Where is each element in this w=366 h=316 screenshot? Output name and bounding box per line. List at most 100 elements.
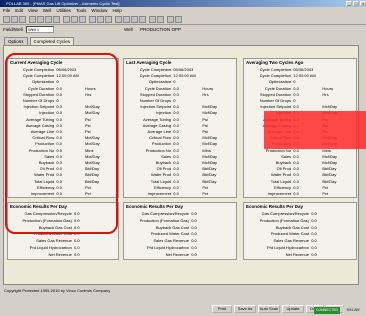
menu-help[interactable]: Help <box>112 7 121 14</box>
paste-icon[interactable] <box>53 16 60 23</box>
row-value: 0 <box>173 98 176 103</box>
row-label: Cycle Duration <box>264 85 292 91</box>
row-value: 0.0 <box>173 122 179 128</box>
row-value: 0.0 <box>311 211 317 216</box>
panel-row: Buyback Gas Cost 0.0 <box>124 225 236 231</box>
row-label: Prd Liquid Hydrocarbon <box>266 245 309 250</box>
row-unit: Mcf/Day <box>202 135 218 141</box>
menu-view[interactable]: View <box>28 7 38 14</box>
row-label: Improvement <box>267 191 292 196</box>
row-label: Average Line <box>147 129 172 134</box>
row-value: 0.0 <box>173 110 179 116</box>
close-button[interactable]: × <box>360 1 366 6</box>
row-label: Net Revenue <box>165 251 189 257</box>
panel-row: Oil Prod 0.0 Bbl/Day <box>244 166 356 172</box>
row-value: 0.0 <box>311 238 317 244</box>
row-label: Average Tubing <box>143 116 172 122</box>
panel-row: Sales Gas Revenue 0.0 <box>244 238 356 244</box>
panel-row: Sales 0.0 Mcf/Day <box>124 154 236 160</box>
panel-row: Total Liquid 0.0 Bbl/Day <box>124 179 236 185</box>
row-label: Sales <box>161 153 172 159</box>
panel-row: Cycle Completion 05/06/2003 <box>124 67 236 73</box>
row-unit: Bbl/Day <box>322 178 337 184</box>
calendar-icon[interactable] <box>123 16 130 23</box>
menu-window[interactable]: Window <box>91 7 107 14</box>
print-button[interactable]: Print <box>212 305 232 313</box>
row-value: 0.0 <box>191 245 197 250</box>
panel-row: Cycle Completion 05/06/2003 <box>244 67 356 73</box>
panel-row: Average Line0.0 Psi <box>124 129 236 135</box>
row-value: 0.0 <box>293 85 299 91</box>
row-label: Gas Compression/Recycle <box>141 211 189 216</box>
panel-row: Improvement 0.0 Pct <box>124 191 236 197</box>
unit-label: Well <box>124 27 133 32</box>
panel-row: Prd Liquid Hydrocarbon 0.0 <box>124 245 236 251</box>
report-icon[interactable] <box>115 16 122 23</box>
menu-bar: File Edit View Well Utilities Tools Wind… <box>0 7 366 14</box>
table-icon[interactable] <box>79 16 86 23</box>
menu-tools[interactable]: Tools <box>76 7 87 14</box>
row-unit: Pct <box>202 184 209 190</box>
row-value: 0.0 <box>311 231 317 237</box>
context-help-icon[interactable] <box>175 16 182 23</box>
panel-row: Stopped Duration 0.0 Hrs <box>244 92 356 98</box>
info-icon[interactable] <box>157 16 164 23</box>
highlight-box <box>5 53 118 234</box>
well-combo[interactable]: Well 1 <box>26 26 54 33</box>
row-unit: Psi <box>202 116 208 122</box>
save-as-button[interactable]: Save As <box>234 305 256 313</box>
grid-icon[interactable] <box>63 16 70 23</box>
chart-icon[interactable] <box>71 16 78 23</box>
row-label: Number Of Drops <box>139 98 172 103</box>
zoom-icon[interactable] <box>149 16 156 23</box>
clock-icon[interactable] <box>131 16 138 23</box>
row-unit: Hours <box>322 85 334 91</box>
menu-edit[interactable]: Edit <box>15 7 23 14</box>
well-selector-row: Field/Well Well 1 Well PRODUCTION OPP <box>0 25 366 35</box>
panel-row: Sales Gas Revenue 0.0 <box>8 238 118 244</box>
panel-row: Prd Liquid Hydrocarbon 0.0 <box>8 245 118 251</box>
panel-row: Produced Water Cost 0.0 <box>124 231 236 237</box>
panel-row: Optimization 0 <box>244 79 356 85</box>
help-icon[interactable] <box>167 16 174 23</box>
panel-row: Critical Flow0.0 Mcf/Day <box>124 135 236 141</box>
row-label: Production (Formation Gas) <box>139 217 189 223</box>
minimize-button[interactable]: _ <box>346 1 352 6</box>
refresh-icon[interactable] <box>89 16 96 23</box>
update-button[interactable]: Update <box>282 305 304 313</box>
tab-options[interactable]: Options <box>4 37 28 45</box>
row-label: Sales Gas Revenue <box>273 238 309 244</box>
row-label: Production <box>151 141 172 147</box>
save-icon[interactable] <box>19 16 26 23</box>
copy-icon[interactable] <box>45 16 52 23</box>
panel-row: Buyback 0.0 Mcf/Day <box>124 160 236 166</box>
menu-utilities[interactable]: Utilities <box>56 7 71 14</box>
row-unit: Mcf/Day <box>322 160 338 165</box>
row-unit: Bbl/Day <box>202 166 217 172</box>
menu-file[interactable]: File <box>3 7 10 14</box>
row-label: Buyback <box>155 160 172 165</box>
panel-row: Average Tubing0.0 Psi <box>124 117 236 123</box>
cut-icon[interactable] <box>37 16 44 23</box>
open-icon[interactable] <box>11 16 18 23</box>
alarm-icon[interactable] <box>139 16 146 23</box>
print-icon[interactable] <box>29 16 36 23</box>
tab-completed-cycles[interactable]: Completed Cycles <box>29 37 75 45</box>
row-unit: Pct <box>322 184 329 190</box>
menu-well[interactable]: Well <box>43 7 52 14</box>
row-label: Produced Water Cost <box>270 231 309 237</box>
row-label: Cycle Completion <box>139 73 172 79</box>
row-label: Efficiency <box>154 184 172 190</box>
title-bar[interactable]: POLLAB 365 - [PMAS Gas Lift Optimizer - … <box>0 0 366 7</box>
maximize-button[interactable]: □ <box>353 1 359 6</box>
stop-icon[interactable] <box>105 16 112 23</box>
row-value: 0.0 <box>293 191 299 196</box>
panel-title: Economic Results Per Day <box>126 204 184 209</box>
panel-row: Net Revenue 0.0 <box>8 252 118 258</box>
new-icon[interactable] <box>3 16 10 23</box>
auto-scan-button[interactable]: Auto Scan <box>258 305 280 313</box>
row-value: 0.0 <box>293 104 299 110</box>
settings-icon[interactable] <box>97 16 104 23</box>
row-value: 0.0 <box>191 224 197 230</box>
row-value: 0.0 <box>293 153 299 159</box>
